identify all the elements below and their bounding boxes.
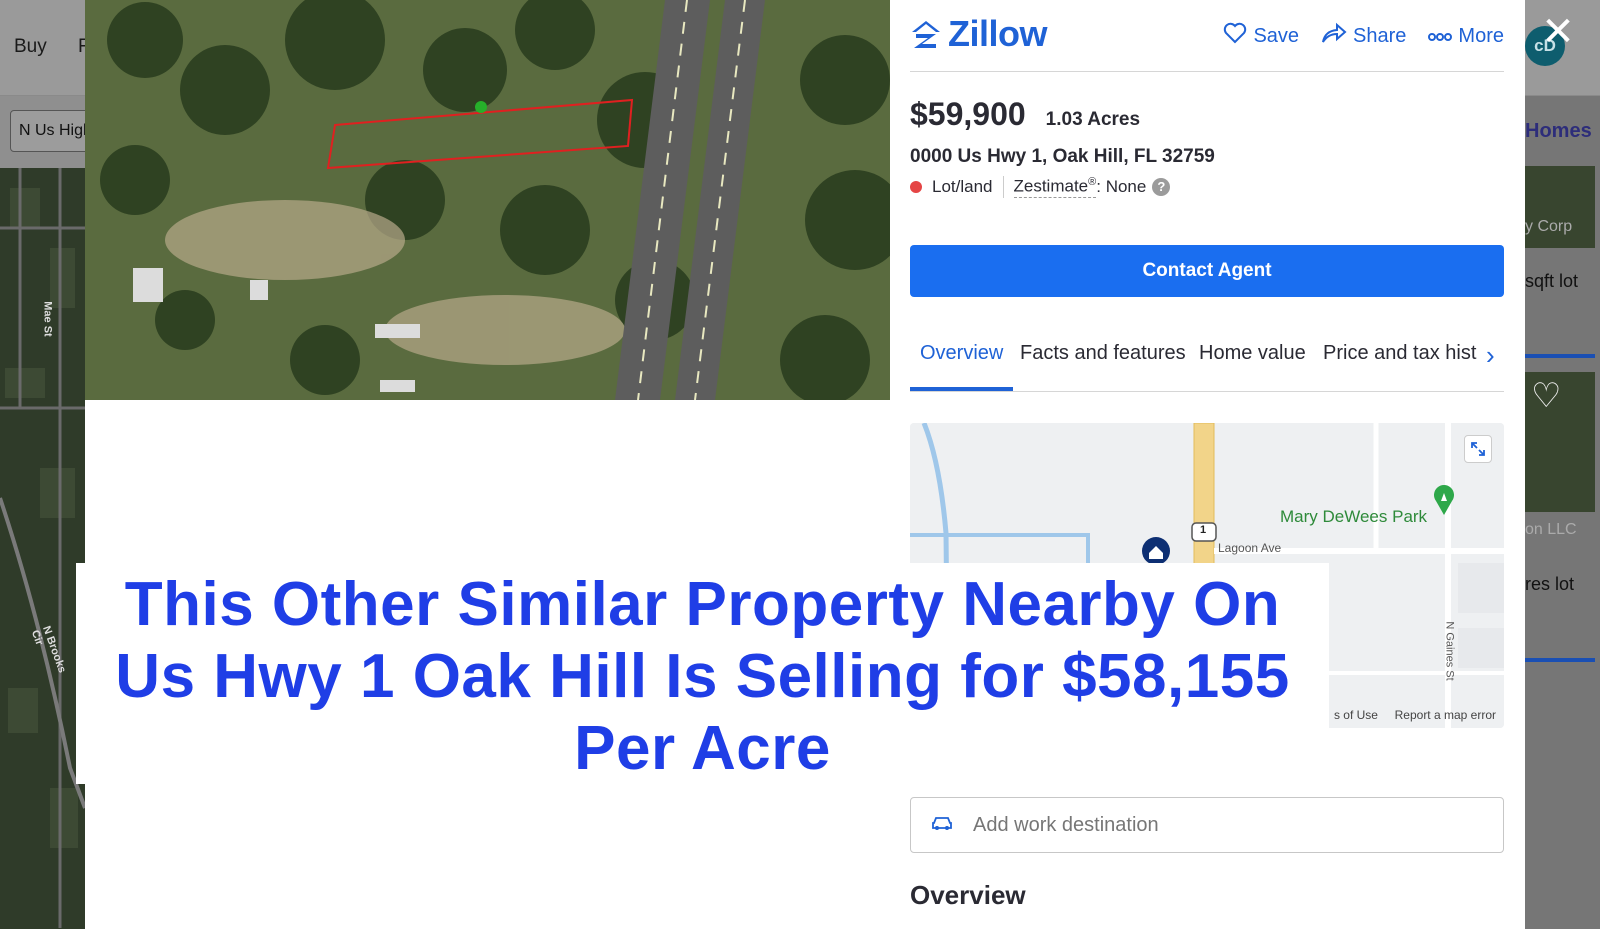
- aerial-photo[interactable]: [85, 0, 890, 400]
- background-map-image: [0, 168, 85, 929]
- map-park-label: Mary DeWees Park: [1280, 507, 1428, 526]
- result-card-lot: sqft lot: [1525, 271, 1579, 291]
- tab-overview[interactable]: Overview: [920, 342, 1003, 365]
- help-icon[interactable]: ?: [1152, 178, 1171, 196]
- close-icon[interactable]: ✕: [1538, 12, 1578, 52]
- map-footer: s of Use Report a map error: [1334, 708, 1496, 722]
- expand-map-icon[interactable]: [1464, 435, 1492, 463]
- contact-agent-button[interactable]: Contact Agent: [910, 245, 1504, 297]
- work-destination-input[interactable]: Add work destination: [910, 797, 1504, 853]
- property-type: Lot/land: [932, 177, 993, 196]
- tab-price-and-tax-history[interactable]: Price and tax hist: [1323, 342, 1476, 365]
- more-button[interactable]: More: [1428, 22, 1504, 50]
- listing-actions: Save Share More: [1223, 22, 1504, 50]
- map-label-mae-st: Mae St: [41, 301, 54, 337]
- brand-name: Zillow: [948, 13, 1048, 54]
- map-street-label: N Gaines St: [1443, 621, 1456, 681]
- header-divider: [910, 71, 1504, 72]
- zestimate-label[interactable]: Zestimate®: [1013, 176, 1097, 198]
- tabs-scroll-area: Overview Facts and features Home value P…: [910, 336, 1482, 386]
- share-icon: [1321, 22, 1347, 50]
- save-label: Save: [1253, 24, 1300, 47]
- overview-heading: Overview: [910, 880, 1026, 910]
- background-map[interactable]: Mae St N Brooks Cir: [0, 168, 85, 929]
- status-row: Lot/land Zestimate® : None ?: [910, 176, 1171, 198]
- status-separator: [1002, 176, 1004, 198]
- result-card-bar: [1525, 354, 1595, 358]
- homes-link[interactable]: Homes: [1525, 120, 1592, 143]
- background-results-panel: Homes y Corp sqft lot ♡ on LLC res lot: [1525, 96, 1600, 929]
- share-button[interactable]: Share: [1321, 22, 1406, 50]
- tab-home-value[interactable]: Home value: [1199, 342, 1306, 365]
- aerial-photo-image: [85, 0, 890, 400]
- chevron-right-icon[interactable]: ›: [1482, 340, 1495, 371]
- listing-tabs: Overview Facts and features Home value P…: [910, 336, 1504, 392]
- price-row: $59,900 1.03 Acres: [910, 96, 1140, 133]
- map-road-label: Lagoon Ave: [1218, 541, 1282, 555]
- caption-banner: This Other Similar Property Nearby On Us…: [76, 563, 1329, 784]
- caption-line-1: This Other Similar Property Nearby On: [124, 570, 1281, 639]
- car-icon: [931, 814, 953, 837]
- status-dot-icon: [910, 181, 922, 193]
- highway-shield-icon: 1: [1200, 524, 1207, 536]
- result-card-lot: res lot: [1525, 574, 1575, 594]
- zillow-house-icon: [912, 21, 940, 48]
- nav-buy[interactable]: Buy: [14, 36, 47, 58]
- registered-mark: ®: [1088, 176, 1097, 189]
- active-tab-indicator: [910, 387, 1013, 391]
- lot-acres: 1.03 Acres: [1045, 109, 1141, 130]
- listing-price: $59,900: [910, 96, 1026, 132]
- tab-facts-and-features[interactable]: Facts and features: [1020, 342, 1186, 365]
- result-card-broker: on LLC: [1525, 521, 1577, 538]
- result-card-broker: y Corp: [1525, 218, 1573, 235]
- work-destination-placeholder: Add work destination: [973, 813, 1159, 836]
- zestimate-text: Zestimate: [1013, 176, 1089, 196]
- caption-line-3: Per Acre: [574, 714, 831, 783]
- listing-address: 0000 Us Hwy 1, Oak Hill, FL 32759: [910, 146, 1215, 167]
- result-card-bar: [1525, 658, 1595, 662]
- report-map-error-link[interactable]: Report a map error: [1395, 708, 1496, 722]
- heart-icon: [1223, 22, 1247, 50]
- zillow-logo[interactable]: Zillow: [910, 13, 1048, 54]
- save-button[interactable]: Save: [1223, 22, 1299, 50]
- more-label: More: [1458, 24, 1504, 47]
- listing-modal: Zillow Save Share More $59,900 1.03 Acre…: [85, 0, 1525, 929]
- caption-line-2: Us Hwy 1 Oak Hill Is Selling for $58,155: [115, 642, 1290, 711]
- share-label: Share: [1353, 24, 1407, 47]
- zestimate-value: : None: [1096, 177, 1147, 196]
- map-terms-link[interactable]: s of Use: [1334, 708, 1378, 722]
- favorite-heart-icon[interactable]: ♡: [1531, 376, 1561, 416]
- more-dots-icon: [1428, 25, 1453, 48]
